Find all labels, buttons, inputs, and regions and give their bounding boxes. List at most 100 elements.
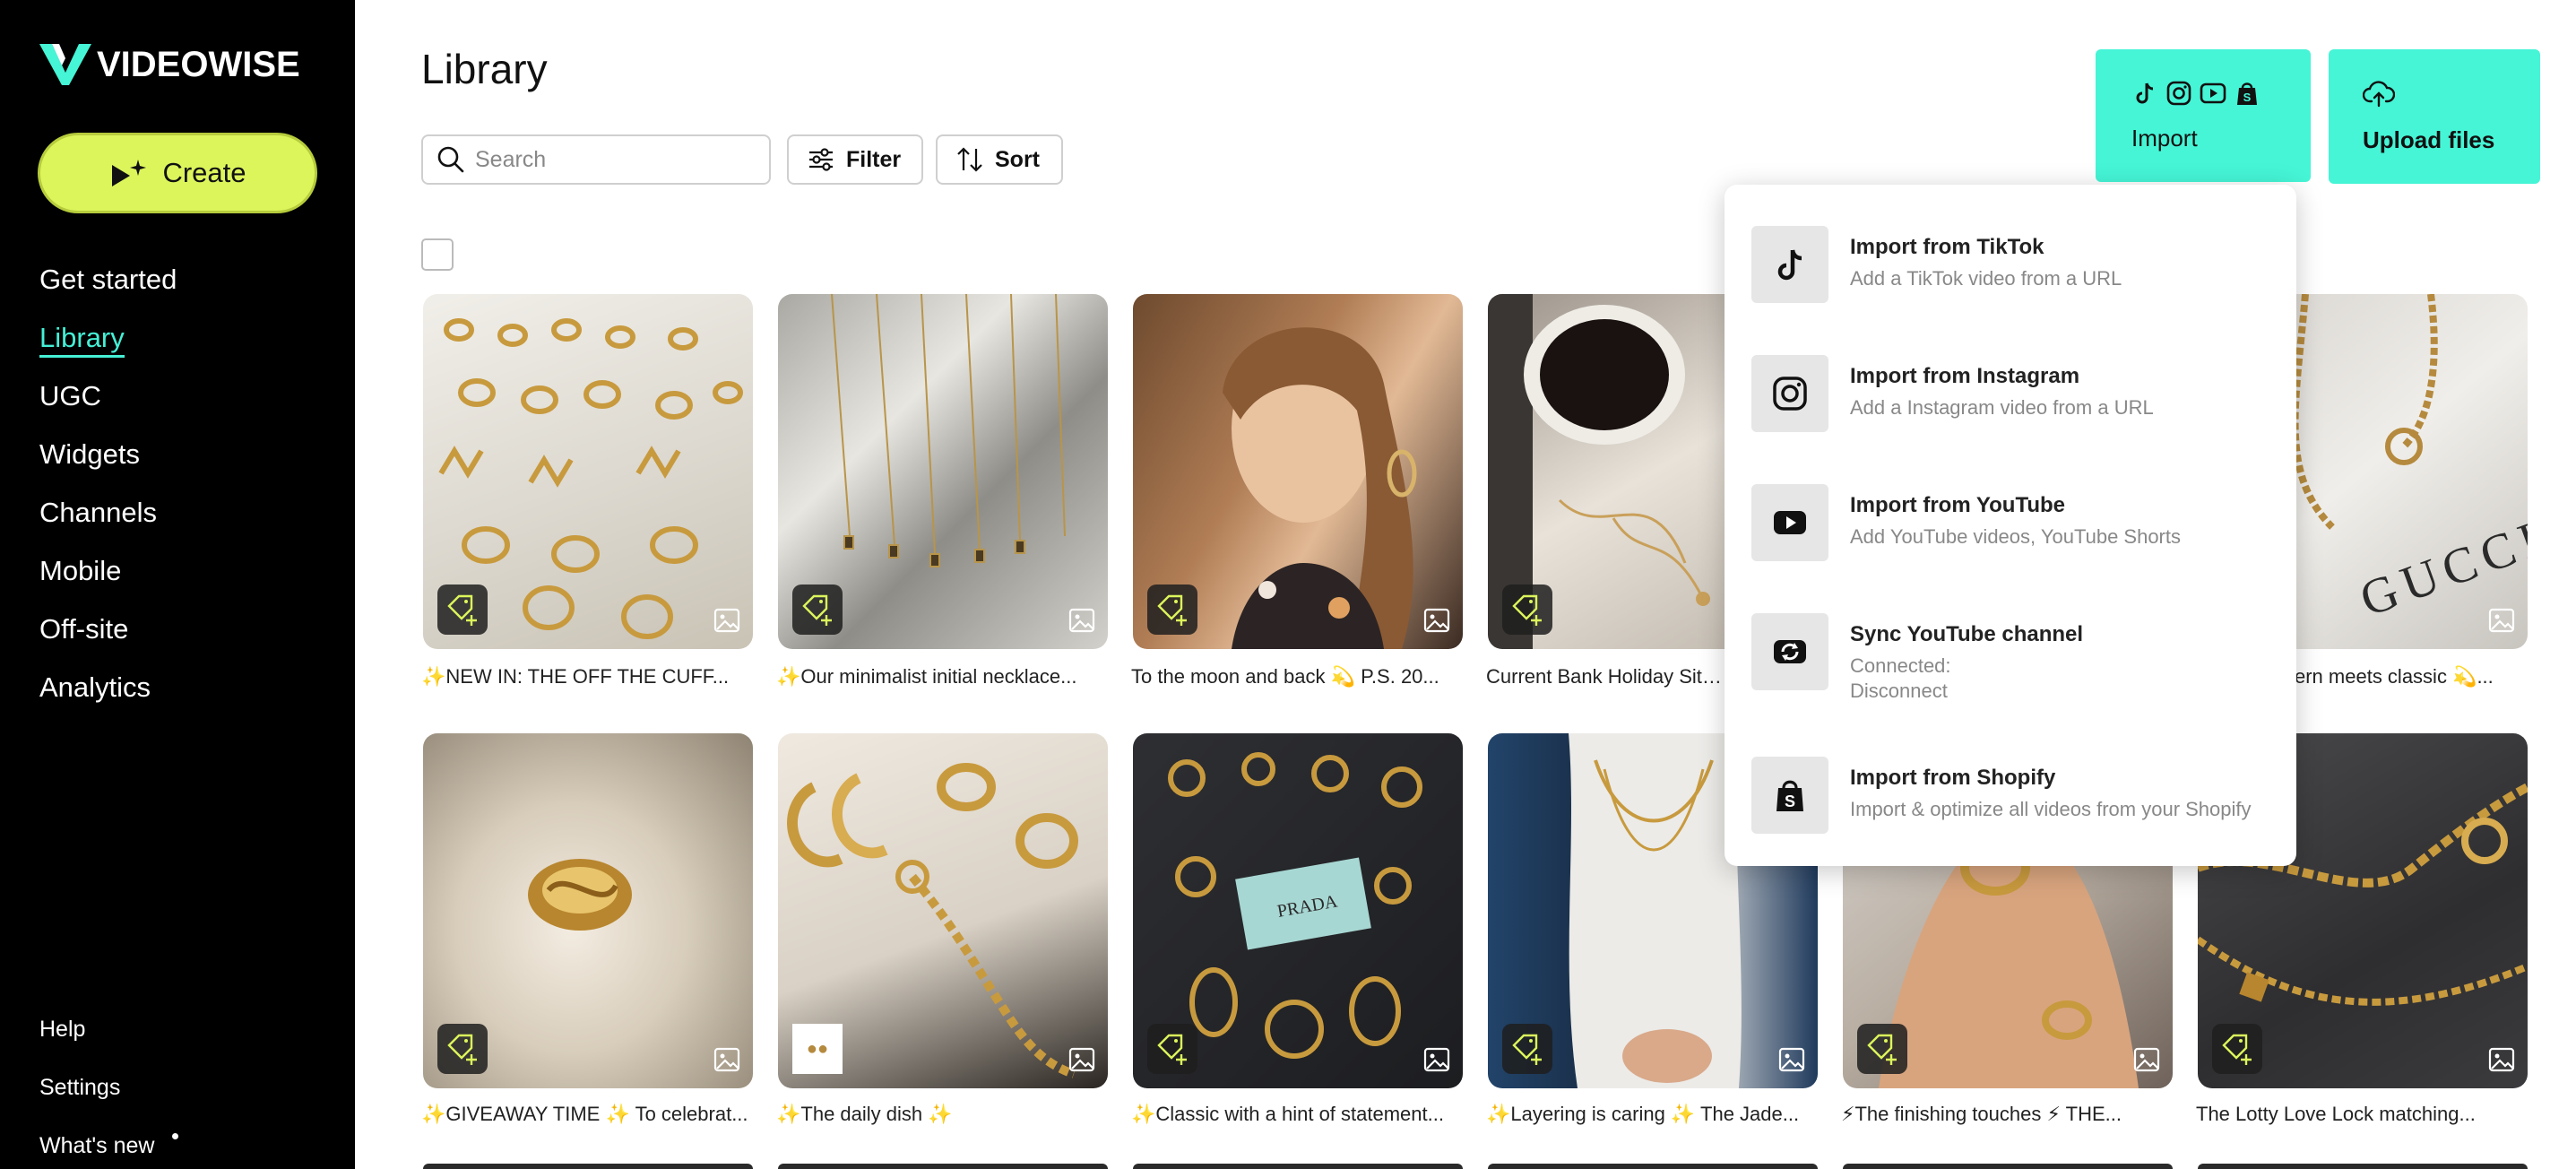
video-card[interactable] <box>423 733 753 1088</box>
video-card-partial[interactable] <box>2198 1164 2528 1169</box>
sidebar-item-channels[interactable]: Channels <box>39 493 177 551</box>
menu-item-description: Connected: <box>1850 654 1951 677</box>
add-tag-button[interactable] <box>2212 1024 2262 1074</box>
card-caption: ern meets classic 💫... <box>2295 665 2494 688</box>
card-caption: ✨Classic with a hint of statement... <box>1131 1103 1444 1125</box>
sort-arrows-icon <box>957 147 982 172</box>
menu-item-description: Add a TikTok video from a URL <box>1850 267 2122 290</box>
filter-label: Filter <box>846 146 902 172</box>
add-tag-button[interactable] <box>792 584 843 635</box>
sidebar-nav: Get started Library UGC Widgets Channels… <box>39 260 177 726</box>
sort-button[interactable]: Sort <box>936 134 1063 185</box>
video-card[interactable]: ●● <box>778 733 1108 1088</box>
sidebar-item-label: Mobile <box>39 555 122 586</box>
sidebar: VIDEOWISE Create Get started Library UGC… <box>0 0 355 1169</box>
add-tag-button[interactable] <box>437 584 488 635</box>
menu-item-title: Import from TikTok <box>1850 235 2044 259</box>
svg-text:S: S <box>2243 91 2252 104</box>
tag-plus-icon <box>1867 1034 1897 1065</box>
import-dropdown-menu: Import from TikTok Add a TikTok video fr… <box>1725 185 2296 866</box>
select-all-checkbox[interactable] <box>421 238 454 271</box>
sidebar-item-analytics[interactable]: Analytics <box>39 668 177 726</box>
card-caption: ⚡The finishing touches ⚡ THE... <box>1841 1103 2122 1125</box>
video-card-partial[interactable] <box>423 1164 753 1169</box>
add-tag-button[interactable] <box>1147 1024 1197 1074</box>
image-type-icon <box>713 1047 740 1072</box>
sidebar-item-widgets[interactable]: Widgets <box>39 435 177 493</box>
image-type-icon <box>713 608 740 633</box>
sidebar-item-off-site[interactable]: Off-site <box>39 610 177 668</box>
import-instagram-item[interactable]: Import from Instagram Add a Instagram vi… <box>1751 339 2280 437</box>
menu-item-description: Import & optimize all videos from your S… <box>1850 798 2252 820</box>
menu-item-title: Import from Instagram <box>1850 364 2080 388</box>
add-tag-button[interactable] <box>1502 584 1552 635</box>
menu-item-title: Import from YouTube <box>1850 493 2065 517</box>
add-tag-button[interactable] <box>1502 1024 1552 1074</box>
create-button[interactable]: Create <box>38 133 317 213</box>
card-caption: ✨GIVEAWAY TIME ✨ To celebrat... <box>421 1103 748 1125</box>
import-tiktok-item[interactable]: Import from TikTok Add a TikTok video fr… <box>1751 210 2280 308</box>
video-card[interactable] <box>423 294 753 649</box>
shopify-icon: S <box>1751 757 1828 834</box>
sidebar-item-help[interactable]: Help <box>39 1013 154 1071</box>
disconnect-link[interactable]: Disconnect <box>1850 680 1948 703</box>
card-caption: ✨Layering is caring ✨ The Jade... <box>1486 1103 1800 1125</box>
card-caption: To the moon and back 💫 P.S. 20... <box>1131 665 1439 688</box>
shopify-icon: S <box>2237 82 2257 105</box>
tiktok-icon <box>2136 82 2154 104</box>
import-button[interactable]: S Import <box>2096 49 2311 182</box>
menu-item-title: Sync YouTube channel <box>1850 622 2084 646</box>
youtube-icon <box>2200 82 2226 104</box>
import-shopify-item[interactable]: S Import from Shopify Import & optimize … <box>1751 740 2280 839</box>
upload-files-label: Upload files <box>2363 126 2495 153</box>
sync-youtube-channel-item[interactable]: Sync YouTube channel Connected: Disconne… <box>1751 597 2280 702</box>
sidebar-item-library[interactable]: Library <box>39 318 177 377</box>
import-youtube-item[interactable]: Import from YouTube Add YouTube videos, … <box>1751 468 2280 567</box>
notification-dot <box>172 1133 178 1139</box>
add-tag-button[interactable] <box>1857 1024 1907 1074</box>
sidebar-item-get-started[interactable]: Get started <box>39 260 177 318</box>
video-card-partial[interactable] <box>1843 1164 2173 1169</box>
tag-plus-icon <box>1157 1034 1187 1065</box>
video-card[interactable] <box>778 294 1108 649</box>
import-platform-icons: S <box>2131 80 2260 107</box>
cloud-upload-icon <box>2363 81 2395 108</box>
sidebar-item-settings[interactable]: Settings <box>39 1071 154 1130</box>
sidebar-item-label: Library <box>39 322 125 358</box>
add-tag-button[interactable] <box>1147 584 1197 635</box>
sidebar-item-label: Channels <box>39 497 157 528</box>
video-card-partial[interactable] <box>1133 1164 1463 1169</box>
sidebar-item-label: Off-site <box>39 613 129 645</box>
menu-item-description: Add a Instagram video from a URL <box>1850 396 2154 419</box>
video-card-partial[interactable] <box>778 1164 1108 1169</box>
image-type-icon <box>2488 608 2515 633</box>
sparkle-play-icon <box>112 160 147 186</box>
tiktok-icon <box>1751 226 1828 303</box>
sidebar-item-label: Get started <box>39 264 177 295</box>
upload-files-button[interactable]: Upload files <box>2329 49 2540 184</box>
create-label: Create <box>162 157 246 188</box>
sidebar-item-mobile[interactable]: Mobile <box>39 551 177 610</box>
video-card[interactable] <box>1133 294 1463 649</box>
search-icon <box>437 146 464 173</box>
sidebar-item-whats-new[interactable]: What's new <box>39 1130 178 1169</box>
tag-plus-icon <box>2222 1034 2252 1065</box>
add-tag-button[interactable] <box>437 1024 488 1074</box>
sidebar-item-label: Analytics <box>39 671 151 703</box>
brand-name: VIDEOWISE <box>97 44 300 84</box>
search-input[interactable] <box>475 146 744 173</box>
card-caption: Current Bank Holiday Situa <box>1486 665 1724 688</box>
video-card[interactable]: PRADA <box>1133 733 1463 1088</box>
video-card-partial[interactable] <box>1488 1164 1818 1169</box>
sidebar-item-label: What's new <box>39 1133 155 1158</box>
search-box[interactable] <box>421 134 771 185</box>
image-type-icon <box>1068 608 1095 633</box>
sidebar-item-ugc[interactable]: UGC <box>39 377 177 435</box>
card-caption: ✨The daily dish ✨ <box>776 1103 953 1125</box>
tag-plus-icon <box>447 594 477 626</box>
image-type-icon <box>1778 1047 1805 1072</box>
image-type-icon <box>2488 1047 2515 1072</box>
tag-plus-icon <box>802 594 832 626</box>
filter-button[interactable]: Filter <box>787 134 923 185</box>
videowise-logo[interactable]: VIDEOWISE <box>39 41 300 88</box>
